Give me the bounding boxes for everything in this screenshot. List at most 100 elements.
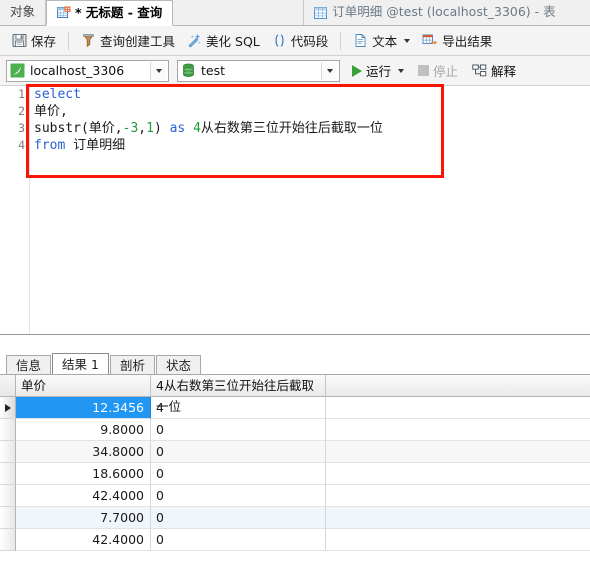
row-selector[interactable] (0, 419, 16, 441)
sql-editor[interactable]: 1 2 3 4 select 单价, substr(单价,-3,1) as 4从右数… (0, 86, 590, 335)
table-row[interactable]: 18.6000 0 (0, 463, 590, 485)
stop-icon (418, 65, 430, 76)
grid-cell[interactable]: 0 (151, 529, 326, 551)
code-token: select (34, 87, 81, 102)
result-tab-0[interactable]: 信息 (6, 355, 52, 375)
table-row[interactable]: 42.4000 0 (0, 485, 590, 507)
app-window: 对象 * 无标题 - 查询 订单明细 @test (localhost_3306… (0, 0, 590, 565)
result-tab-2[interactable]: 剖析 (109, 355, 155, 375)
editor-gutter: 1 2 3 4 (0, 86, 30, 334)
grid-row-filler (326, 419, 590, 441)
code-line: substr(单价,-3,1) as 4从右数第三位开始往后截取一位 (34, 120, 590, 137)
explain-button[interactable]: 解释 (468, 61, 520, 80)
grid-cell[interactable]: 0 (151, 441, 326, 463)
code-line: from 订单明细 (34, 137, 590, 154)
tab-query[interactable]: * 无标题 - 查询 (46, 0, 174, 26)
tab-table-label: 订单明细 @test (localhost_3306) - 表 (332, 4, 556, 20)
code-token: from (34, 138, 66, 153)
save-button-label: 保存 (31, 34, 57, 49)
chevron-down-icon[interactable] (404, 38, 411, 43)
grid-cell[interactable]: 4 (151, 397, 326, 419)
parentheses-icon (272, 33, 287, 48)
query-builder-button[interactable]: 查询创建工具 (75, 29, 181, 53)
document-icon (353, 33, 368, 48)
database-dropdown-arrow[interactable] (321, 61, 337, 80)
grid-cell[interactable]: 9.8000 (16, 419, 151, 441)
grid-cell[interactable]: 7.7000 (16, 507, 151, 529)
grid-cell[interactable]: 42.4000 (16, 485, 151, 507)
connection-value: localhost_3306 (30, 63, 125, 78)
text-mode-button[interactable]: 文本 (347, 29, 416, 53)
result-tab-3[interactable]: 状态 (155, 355, 201, 375)
line-number: 4 (18, 138, 25, 152)
beautify-sql-button[interactable]: 美化 SQL (181, 29, 266, 53)
export-icon (422, 33, 438, 48)
table-row[interactable]: 42.4000 0 (0, 529, 590, 551)
result-grid[interactable]: 单价 4从右数第三位开始往后截取一位 12.3456 4 9.8000 0 34.8000 0… (0, 375, 590, 565)
save-button[interactable]: 保存 (6, 29, 62, 53)
table-row[interactable]: 9.8000 0 (0, 419, 590, 441)
row-selector[interactable] (0, 397, 16, 419)
code-token: 订单明细 (65, 138, 126, 153)
grid-row-filler (326, 463, 590, 485)
chevron-down-icon[interactable] (398, 68, 405, 73)
grid-row-filler (326, 485, 590, 507)
line-number: 2 (18, 104, 25, 118)
code-token: substr(单价, (34, 121, 123, 136)
database-combobox[interactable]: test (177, 59, 340, 82)
column-header-0[interactable]: 单价 (16, 375, 151, 397)
connection-combobox[interactable]: localhost_3306 (6, 59, 169, 82)
query-icon (57, 6, 71, 20)
toolbar-separator-1 (68, 31, 70, 50)
grid-cell[interactable]: 34.8000 (16, 441, 151, 463)
grid-cell[interactable]: 0 (151, 463, 326, 485)
row-selector[interactable] (0, 485, 16, 507)
explain-icon (472, 64, 487, 78)
code-token: , (138, 121, 147, 136)
table-row[interactable]: 7.7000 0 (0, 507, 590, 529)
query-builder-label: 查询创建工具 (100, 34, 176, 49)
toolbar-separator-2 (340, 31, 342, 50)
main-toolbar: 保存 查询创建工具 美化 SQL 代码段 文本 导出结果 (0, 26, 590, 56)
play-icon (352, 64, 362, 77)
save-icon (12, 33, 27, 48)
grid-cell[interactable]: 12.3456 (16, 397, 151, 419)
editor-code-area[interactable]: select 单价, substr(单价,-3,1) as 4从右数第三位开始往后截… (34, 86, 590, 154)
stop-button: 停止 (414, 61, 462, 80)
grid-row-filler (326, 507, 590, 529)
grid-cell[interactable]: 42.4000 (16, 529, 151, 551)
line-number: 1 (18, 87, 25, 101)
code-token: 4 (193, 121, 201, 136)
code-token: 单价, (34, 104, 68, 119)
tab-objects[interactable]: 对象 (0, 0, 47, 25)
grid-row-filler (326, 441, 590, 463)
current-row-marker-icon (4, 403, 11, 412)
table-row[interactable]: 12.3456 4 (0, 397, 590, 419)
grid-header-filler (326, 375, 590, 397)
snippet-button[interactable]: 代码段 (266, 29, 335, 53)
row-selector[interactable] (0, 463, 16, 485)
grid-cell[interactable]: 0 (151, 485, 326, 507)
row-selector[interactable] (0, 529, 16, 551)
table-row[interactable]: 34.8000 0 (0, 441, 590, 463)
export-result-button[interactable]: 导出结果 (416, 29, 498, 53)
mysql-leaf-icon (10, 63, 25, 78)
run-button[interactable]: 运行 (348, 61, 408, 80)
result-tab-strip: 信息 结果 1 剖析 状态 (0, 352, 590, 375)
row-selector[interactable] (0, 507, 16, 529)
document-tab-bar: 对象 * 无标题 - 查询 订单明细 @test (localhost_3306… (0, 0, 590, 26)
tab-table-orderdetail[interactable]: 订单明细 @test (localhost_3306) - 表 (303, 0, 566, 25)
code-token: 1 (146, 121, 154, 136)
result-tab-1[interactable]: 结果 1 (52, 353, 109, 375)
text-mode-label: 文本 (372, 34, 398, 49)
query-builder-icon (81, 33, 96, 48)
grid-cell[interactable]: 0 (151, 507, 326, 529)
connection-dropdown-arrow[interactable] (150, 61, 166, 80)
row-selector[interactable] (0, 441, 16, 463)
code-token: as (169, 121, 186, 136)
grid-header-row: 单价 4从右数第三位开始往后截取一位 (0, 375, 590, 414)
grid-cell[interactable]: 0 (151, 419, 326, 441)
grid-cell[interactable]: 18.6000 (16, 463, 151, 485)
column-header-1[interactable]: 4从右数第三位开始往后截取一位 (151, 375, 326, 414)
grid-corner-cell (0, 375, 16, 397)
